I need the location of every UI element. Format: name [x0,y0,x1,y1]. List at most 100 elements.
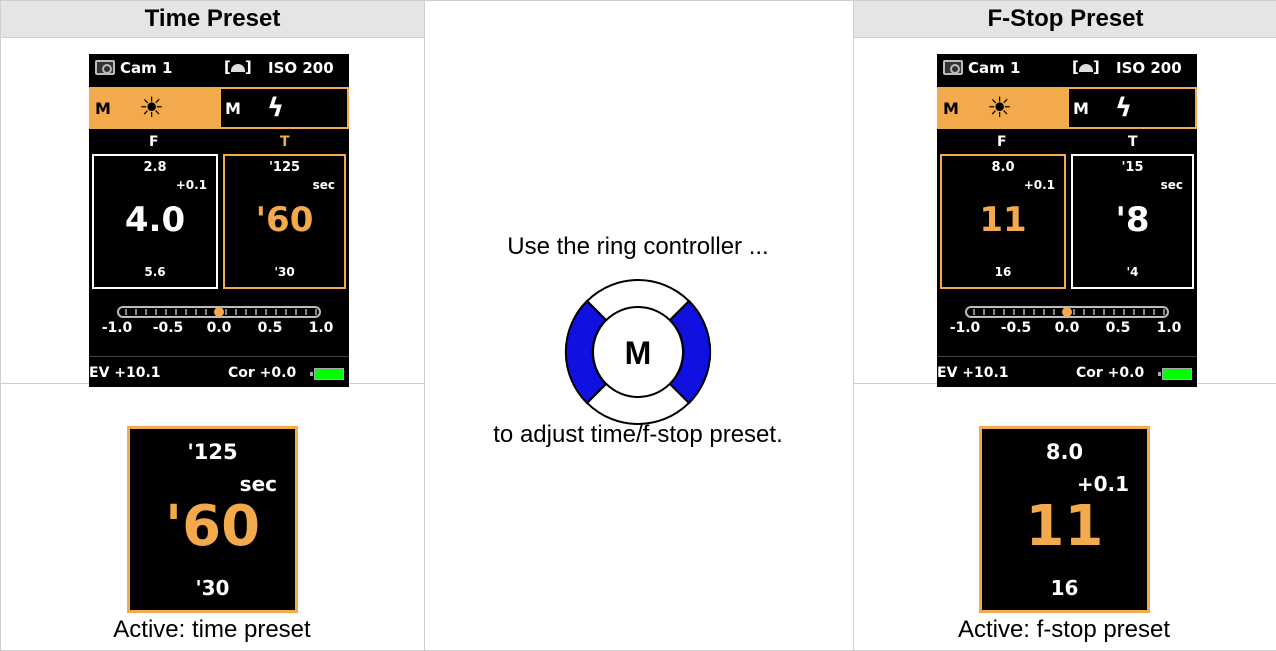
slider-tick [1113,309,1115,315]
f-next: 16 [994,265,1012,279]
top-bar: Cam 1 [] ISO 200 [89,54,349,84]
slider-tick [225,309,227,315]
slider-tick [185,309,187,315]
t-prev: '15 [1121,160,1144,175]
zoom-f-prev: 8.0 [1045,440,1084,464]
f-value: 4.0 [124,200,186,240]
ev-readout: EV +10.1 [937,365,1009,381]
t-next: '4 [1126,265,1139,279]
slider-scale-label: 0.0 [1054,320,1080,336]
slider-tick [155,309,157,315]
slider-tick [315,309,317,315]
slider-tick [305,309,307,315]
slider-tick [135,309,137,315]
mode-flash-button[interactable]: M ϟ [1067,87,1197,129]
slider-scale-label: 0.5 [1105,320,1131,336]
zoom-t-next: '30 [195,576,230,600]
ring-controller[interactable]: M [562,276,714,428]
f-offset: +0.1 [175,178,207,192]
slider-tick [1073,309,1075,315]
f-stop-box[interactable]: 8.0 +0.1 11 16 [940,154,1066,289]
t-value: '60 [255,200,314,240]
slider-scale-label: -0.5 [1000,320,1032,336]
time-box[interactable]: '125 sec '60 '30 [223,154,346,289]
mode-letter: M [95,99,111,118]
camera-label: Cam 1 [968,59,1021,77]
incident-dome-icon: [] [1072,58,1100,76]
slider-tick [1103,309,1105,315]
dome-bracket-close: ] [1092,58,1100,76]
f-label: F [149,134,159,150]
slider-tick [993,309,995,315]
slider-tick [205,309,207,315]
mode-ambient-button[interactable]: M ☀ [937,87,1067,129]
incident-dome-icon: [] [224,58,252,76]
slider-scale-label: 1.0 [308,320,334,336]
slider-tick [265,309,267,315]
mode-row: M ☀ M ϟ [937,87,1197,129]
slider-tick [195,309,197,315]
instruction-line-1: Use the ring controller ... [507,233,769,260]
f-label: F [997,134,1007,150]
slider-tick [145,309,147,315]
sun-icon: ☀ [987,91,1013,124]
t-label: T [1128,134,1138,150]
mode-letter: M [943,99,959,118]
ev-readout: EV +10.1 [89,365,161,381]
slider-tick [973,309,975,315]
dome-bracket-open: [ [224,58,231,76]
slider-knob[interactable] [1062,307,1072,317]
meter-screen-time: Cam 1 [] ISO 200 M ☀ M ϟ F T 2.8 +0.1 4.… [89,54,349,387]
header-fstop-preset: F-Stop Preset [853,0,1276,38]
slider-tick [983,309,985,315]
time-box[interactable]: '15 sec '8 '4 [1071,154,1194,289]
slider-knob[interactable] [214,307,224,317]
zoom-f-next: 16 [1050,576,1079,600]
correction-readout: Cor +0.0 [228,365,297,381]
mode-flash-button[interactable]: M ϟ [219,87,349,129]
f-stop-box[interactable]: 2.8 +0.1 4.0 5.6 [92,154,218,289]
correction-readout: Cor +0.0 [1076,365,1145,381]
f-offset: +0.1 [1023,178,1055,192]
ring-center-label: M [625,335,652,371]
correction-slider[interactable] [117,306,321,318]
zoom-t-prev: '125 [187,440,238,464]
slider-tick [255,309,257,315]
t-value: '8 [1115,200,1150,240]
slider-tick [1123,309,1125,315]
top-bar: Cam 1 [] ISO 200 [937,54,1197,84]
camera-icon [95,60,115,75]
t-prev: '125 [268,160,301,175]
flash-icon: ϟ [1115,93,1133,123]
sun-icon: ☀ [139,91,165,124]
dome-bracket-close: ] [244,58,252,76]
slider-tick [175,309,177,315]
mode-ambient-button[interactable]: M ☀ [89,87,219,129]
slider-tick [275,309,277,315]
header-fstop-preset-text: F-Stop Preset [987,5,1144,32]
zoom-f-value: 11 [1025,494,1104,559]
f-prev: 2.8 [143,160,167,175]
correction-slider[interactable] [965,306,1169,318]
caption-fstop: Active: f-stop preset [957,616,1171,643]
bottom-bar: EV +10.1 Cor +0.0 [89,356,349,387]
zoom-fstop-box: 8.0 +0.1 11 16 [979,426,1150,613]
battery-icon [310,368,344,380]
t-unit: sec [1160,178,1183,192]
camera-label: Cam 1 [120,59,173,77]
slider-tick [1133,309,1135,315]
battery-icon [1158,368,1192,380]
slider-tick [1053,309,1055,315]
caption-time: Active: time preset [113,616,311,643]
slider-tick [1083,309,1085,315]
slider-tick [165,309,167,315]
mode-row: M ☀ M ϟ [89,87,349,129]
header-time-preset: Time Preset [0,0,425,38]
zoom-time-box: '125 sec '60 '30 [127,426,298,613]
slider-scale-label: -1.0 [949,320,981,336]
f-prev: 8.0 [991,160,1015,175]
slider-scale-label: 0.0 [206,320,232,336]
slider-tick [1013,309,1015,315]
mode-letter: M [1073,99,1089,118]
slider-tick [245,309,247,315]
